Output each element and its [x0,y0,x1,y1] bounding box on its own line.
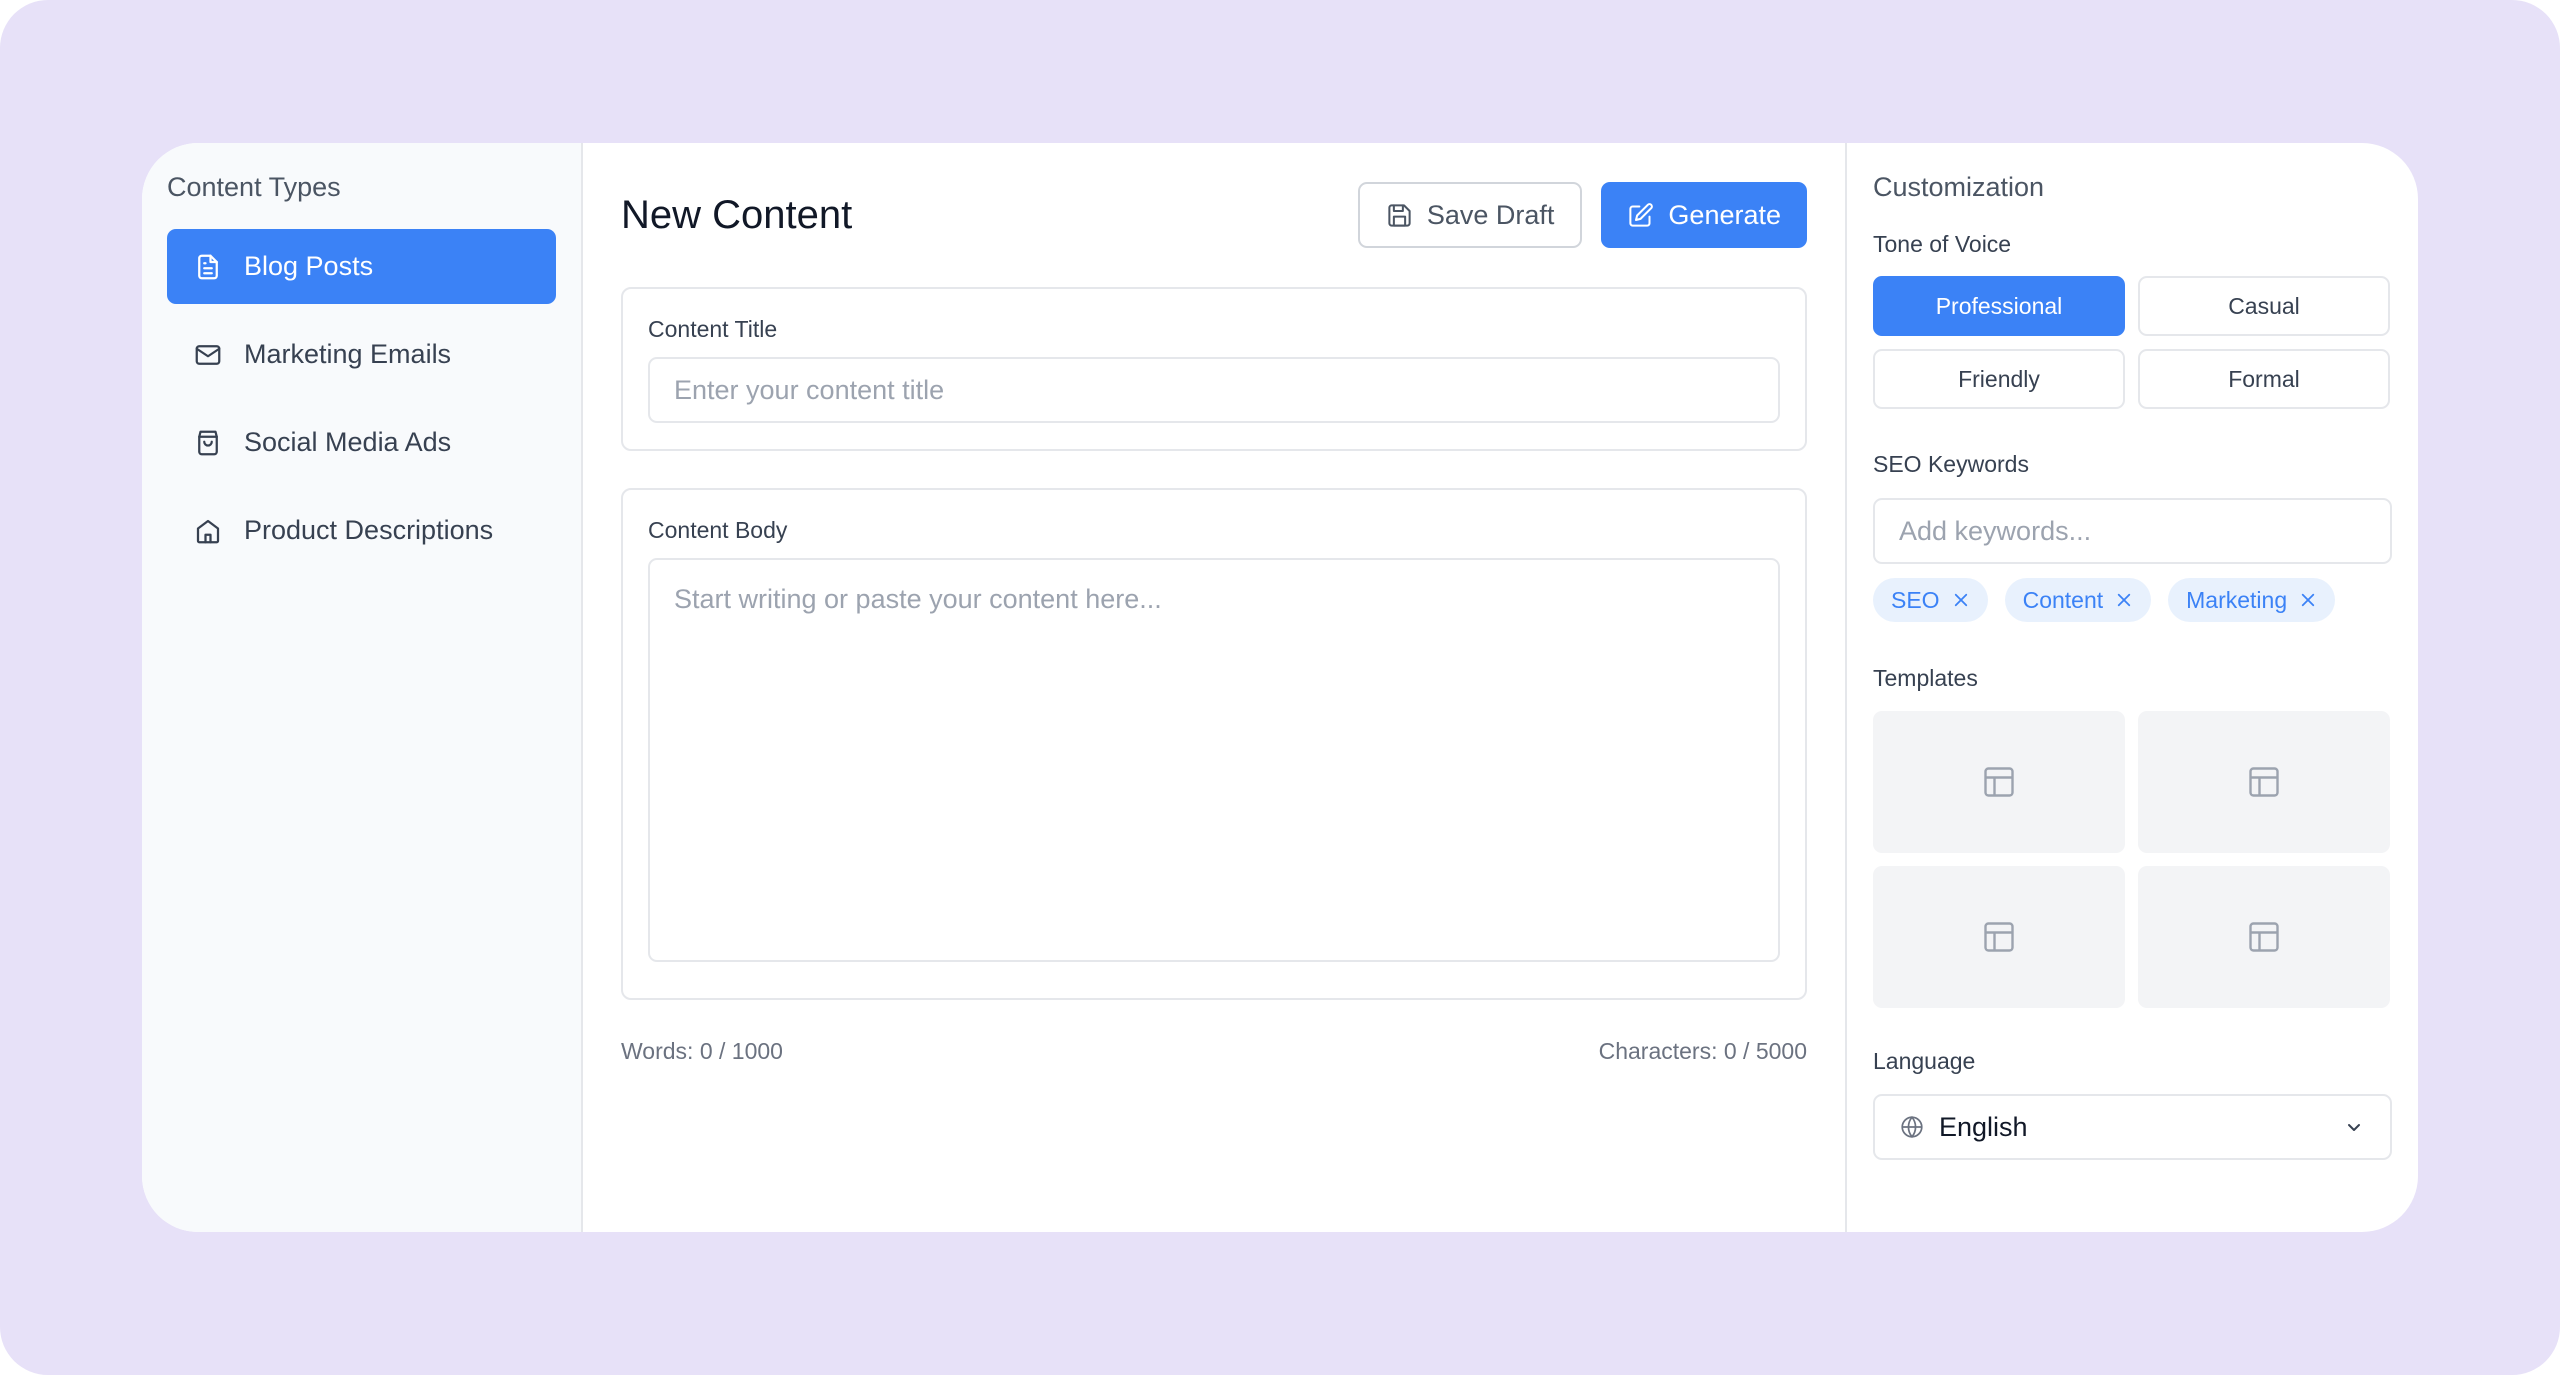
generate-button[interactable]: Generate [1601,182,1807,248]
layout-template-icon [1984,922,2014,952]
sidebar: Content Types Blog Posts Marketing Email… [142,143,583,1232]
content-title-input[interactable] [648,357,1780,423]
page-title: New Content [621,192,853,237]
template-card[interactable] [1873,711,2125,853]
characters-count: Characters: 0 / 5000 [1598,1038,1807,1064]
content-body-card: Content Body [621,488,1807,1000]
keyword-tags: SEO Content Marketing [1873,578,2392,622]
sidebar-item-social-media-ads[interactable]: Social Media Ads [167,405,556,480]
tone-casual[interactable]: Casual [2138,276,2390,336]
edit-icon [1629,202,1654,227]
keyword-tag: Marketing [2168,578,2336,622]
main-header: New Content Save Draft Generate [621,143,1807,287]
sidebar-item-label: Blog Posts [244,251,374,281]
template-card[interactable] [2138,866,2390,1008]
templates-label: Templates [1873,665,1978,691]
document-icon [192,251,224,283]
save-draft-button[interactable]: Save Draft [1357,182,1583,248]
sidebar-item-blog-posts[interactable]: Blog Posts [167,229,556,304]
customization-panel: Customization Tone of Voice Professional… [1847,143,2418,1232]
keyword-tag-label: Content [2022,586,2104,613]
sidebar-item-label: Marketing Emails [244,339,452,369]
header-actions: Save Draft Generate [1357,182,1807,248]
save-draft-label: Save Draft [1426,199,1555,230]
sidebar-title: Content Types [167,172,341,202]
background-frame: Content Types Blog Posts Marketing Email… [0,0,2560,1375]
seo-keywords-input[interactable] [1873,498,2392,564]
tone-friendly[interactable]: Friendly [1873,349,2125,409]
sidebar-item-label: Product Descriptions [244,515,494,545]
keyword-tag: SEO [1873,578,1988,622]
sidebar-item-product-descriptions[interactable]: Product Descriptions [167,493,556,568]
keyword-tag-label: SEO [1891,586,1940,613]
app-window: Content Types Blog Posts Marketing Email… [142,143,2418,1232]
counts-row: Words: 0 / 1000 Characters: 0 / 5000 [621,1038,1807,1065]
words-count: Words: 0 / 1000 [621,1038,783,1064]
remove-tag-icon[interactable] [2299,591,2317,609]
shopping-bag-icon [192,427,224,459]
layout-template-icon [2249,922,2279,952]
seo-keywords-label: SEO Keywords [1873,451,2029,477]
keyword-tag: Content [2004,578,2152,622]
main-editor: New Content Save Draft Generate Content … [583,143,1847,1232]
template-card[interactable] [2138,711,2390,853]
save-icon [1388,203,1411,227]
layout-template-icon [2249,767,2279,797]
language-value: English [1939,1111,2028,1142]
layout-template-icon [1984,767,2014,797]
sidebar-item-marketing-emails[interactable]: Marketing Emails [167,317,556,392]
tone-formal[interactable]: Formal [2138,349,2390,409]
mail-icon [192,339,224,371]
template-card[interactable] [1873,866,2125,1008]
content-body-textarea[interactable] [648,558,1780,962]
tone-professional[interactable]: Professional [1873,276,2125,336]
customization-title: Customization [1873,172,2045,202]
tone-label: Tone of Voice [1873,231,2012,257]
sidebar-item-label: Social Media Ads [244,427,452,457]
remove-tag-icon[interactable] [2115,591,2133,609]
language-label: Language [1873,1048,1976,1074]
language-select[interactable]: English [1873,1094,2392,1160]
generate-label: Generate [1668,199,1781,230]
content-title-card: Content Title [621,287,1807,451]
content-body-label: Content Body [648,517,788,543]
templates-grid [1873,711,2392,1008]
keyword-tag-label: Marketing [2186,586,2288,613]
content-title-label: Content Title [648,316,778,342]
remove-tag-icon[interactable] [1952,591,1970,609]
tone-options: Professional Casual Friendly Formal [1873,276,2392,409]
chevron-down-icon [2348,1124,2360,1131]
home-icon [192,515,224,547]
globe-icon [1901,1115,1923,1139]
